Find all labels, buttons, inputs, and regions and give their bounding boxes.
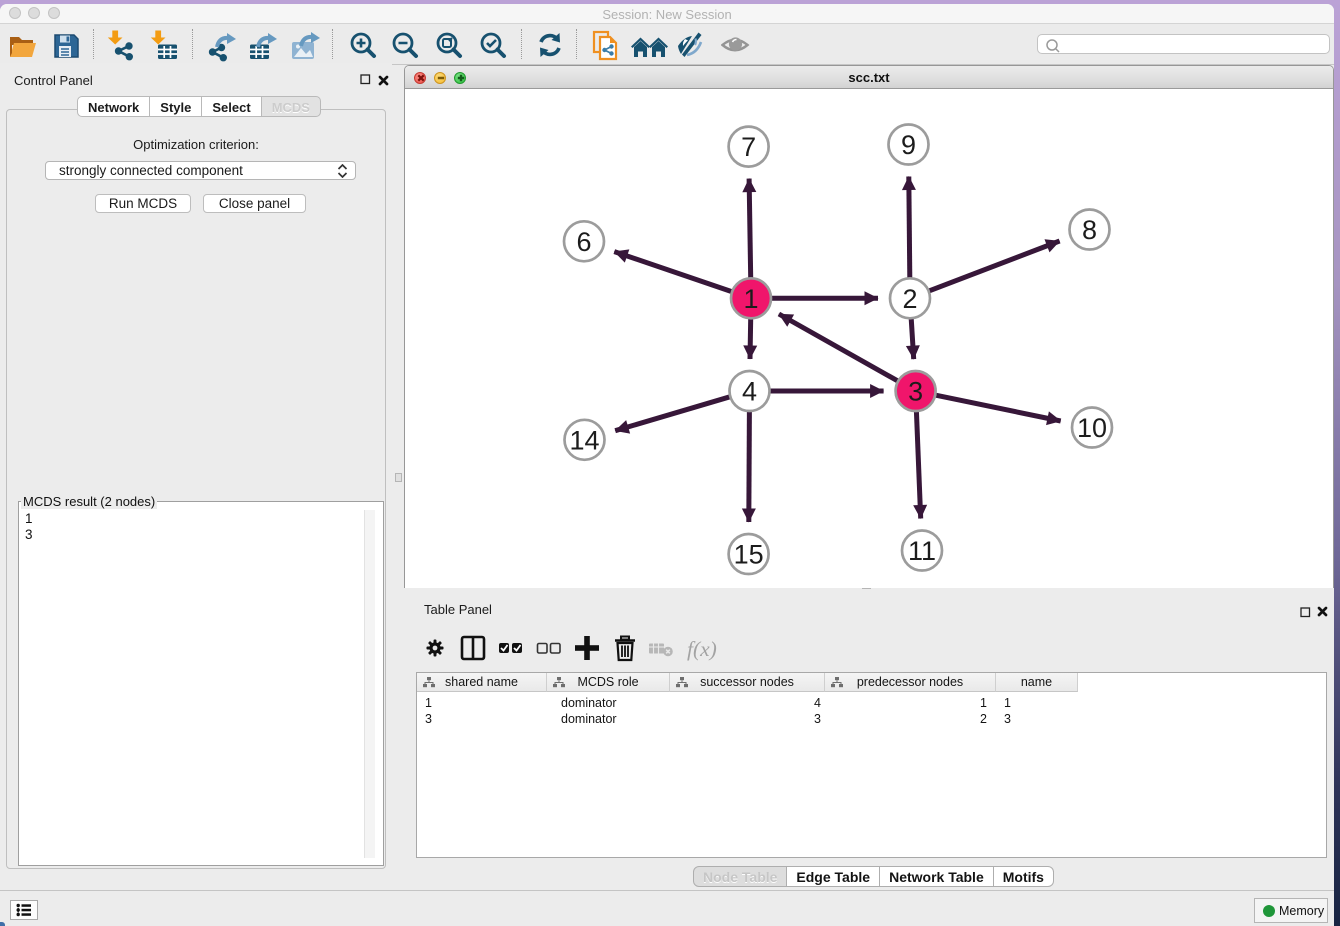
svg-text:15: 15 [734, 540, 764, 570]
svg-text:14: 14 [569, 425, 599, 455]
svg-text:7: 7 [741, 132, 756, 162]
svg-text:8: 8 [1082, 215, 1097, 245]
svg-text:10: 10 [1077, 413, 1107, 443]
svg-text:2: 2 [902, 284, 917, 314]
svg-text:9: 9 [901, 130, 916, 160]
svg-text:11: 11 [908, 536, 936, 566]
svg-text:1: 1 [743, 284, 758, 314]
svg-text:f(x): f(x) [687, 637, 717, 661]
svg-text:4: 4 [742, 377, 757, 407]
svg-text:3: 3 [908, 377, 923, 407]
svg-text:6: 6 [576, 227, 591, 257]
